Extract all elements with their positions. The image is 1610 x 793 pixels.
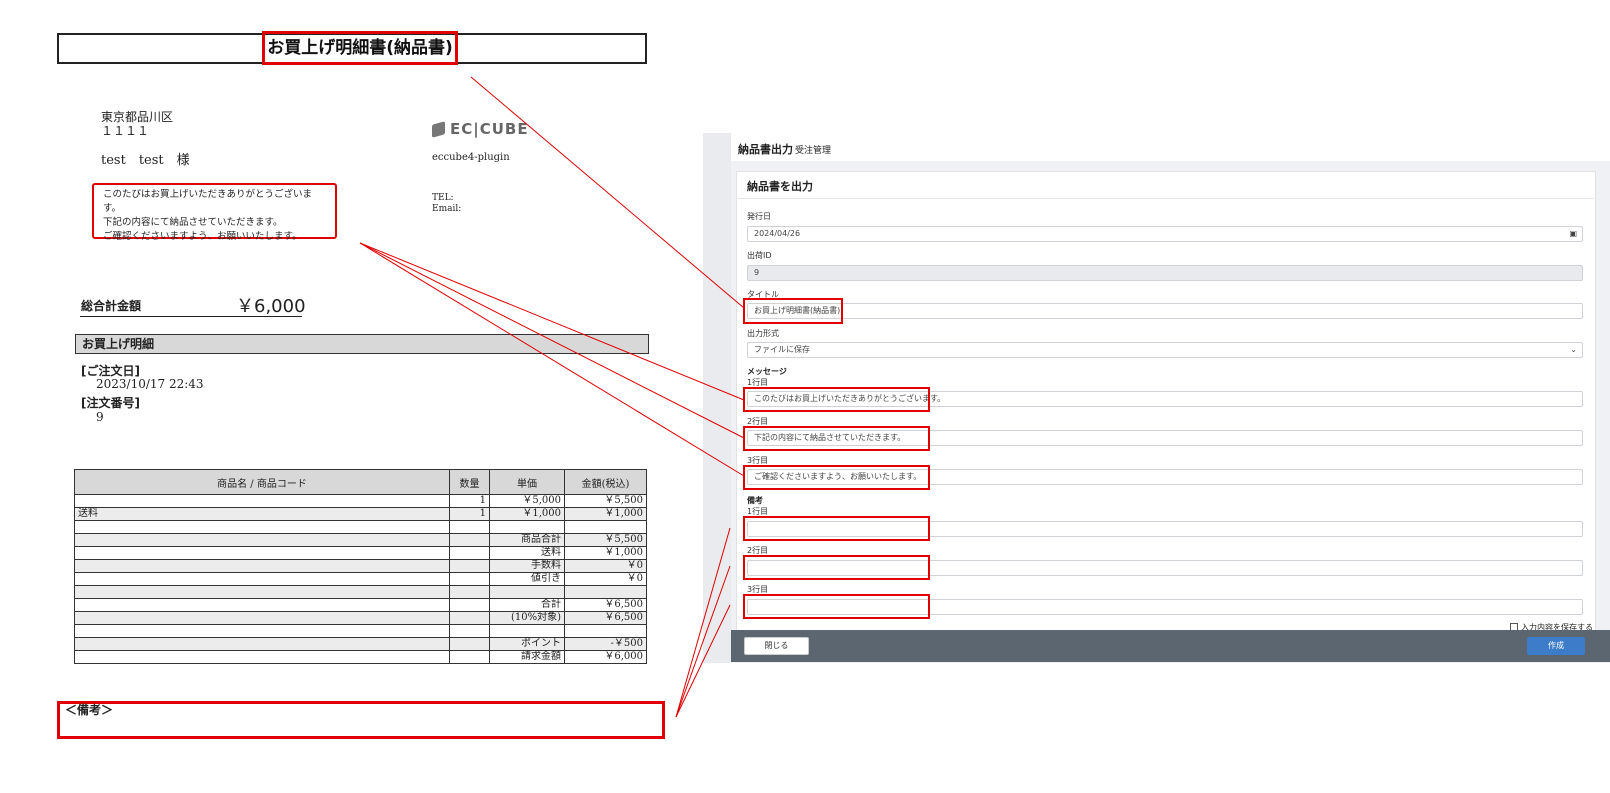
connector-lines [359,76,745,718]
message-1-connector-line [359,242,745,401]
remarks-2-connector-line [675,565,731,718]
message-2-connector-line [359,242,745,439]
message-3-connector-line [359,242,745,477]
title-connector-line [470,76,745,309]
